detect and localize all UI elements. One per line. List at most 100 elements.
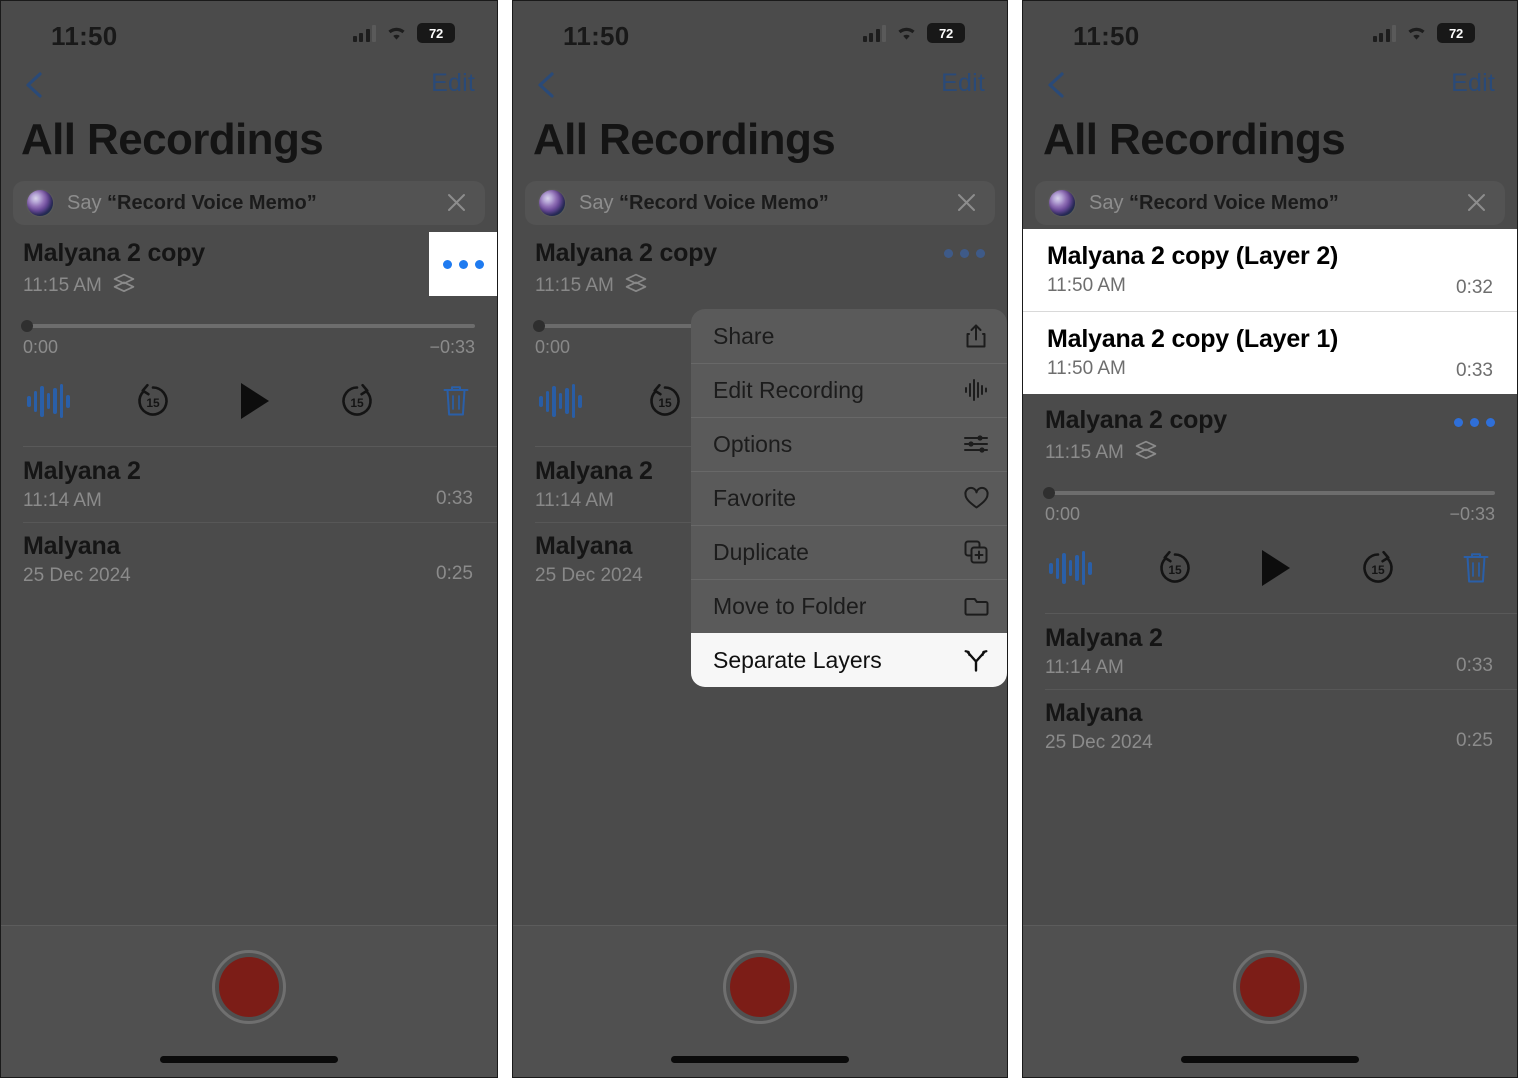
list-item[interactable]: Malyana 2 11:14 AM 0:33 — [1, 447, 497, 522]
recording-title: Malyana — [23, 532, 121, 560]
share-icon — [961, 323, 991, 349]
recording-time: 11:14 AM — [535, 490, 614, 511]
siri-phrase: “Record Voice Memo” — [619, 191, 829, 214]
separated-layers-group: Malyana 2 copy (Layer 2) 11:50 AM 0:32 M… — [1023, 229, 1517, 394]
recording-subtitle: 25 Dec 2024 — [23, 565, 475, 587]
panel-2: 11:50 72 Edit All Recordings Say “Record… — [512, 0, 1008, 1078]
recording-title: Malyana 2 copy — [1045, 406, 1228, 434]
play-icon[interactable] — [1258, 547, 1294, 589]
skip-forward-15-icon[interactable]: 15 — [336, 380, 378, 422]
svg-text:15: 15 — [147, 396, 161, 410]
siri-suggestion-banner[interactable]: Say “Record Voice Memo” — [525, 181, 995, 225]
edit-button[interactable]: Edit — [431, 69, 475, 98]
recording-title: Malyana 2 — [23, 457, 141, 485]
siri-suggestion-banner[interactable]: Say “Record Voice Memo” — [13, 181, 485, 225]
more-options-button[interactable] — [1454, 418, 1495, 427]
list-item[interactable]: Malyana 2 copy 11:15 AM — [513, 229, 1007, 302]
nav-bar: Edit — [1023, 63, 1517, 107]
scrubber-knob[interactable] — [1043, 487, 1055, 499]
wifi-icon — [1405, 25, 1428, 42]
recording-time: 11:14 AM — [23, 490, 102, 511]
folder-icon — [961, 595, 991, 617]
menu-item-share[interactable]: Share — [691, 309, 1007, 363]
page-title: All Recordings — [533, 115, 836, 164]
edit-button[interactable]: Edit — [1451, 69, 1495, 98]
record-button-icon[interactable] — [212, 950, 286, 1024]
dot — [976, 249, 985, 258]
close-icon[interactable] — [446, 192, 467, 218]
siri-suggestion-banner[interactable]: Say “Record Voice Memo” — [1035, 181, 1505, 225]
recording-subtitle: 11:50 AM — [1047, 358, 1493, 380]
scrubber-knob[interactable] — [21, 320, 33, 332]
waveform-icon[interactable] — [1049, 551, 1092, 585]
status-bar-indicators: 72 — [1372, 23, 1479, 43]
player-controls: 15 15 — [23, 358, 475, 440]
back-chevron-icon[interactable] — [13, 63, 55, 107]
recording-title: Malyana 2 copy (Layer 2) — [1047, 242, 1339, 270]
list-item[interactable]: Malyana 2 copy 11:15 AM — [1023, 394, 1517, 469]
waveform-icon[interactable] — [27, 384, 70, 418]
trash-icon[interactable] — [441, 383, 471, 419]
close-icon[interactable] — [1466, 192, 1487, 218]
menu-item-options[interactable]: Options — [691, 417, 1007, 471]
menu-item-move-to-folder[interactable]: Move to Folder — [691, 579, 1007, 633]
menu-item-duplicate[interactable]: Duplicate — [691, 525, 1007, 579]
playback-scrubber[interactable] — [1043, 487, 1495, 499]
back-chevron-icon[interactable] — [525, 63, 567, 107]
page-title: All Recordings — [1043, 115, 1346, 164]
siri-phrase: “Record Voice Memo” — [1129, 191, 1339, 214]
play-icon[interactable] — [237, 380, 273, 422]
more-options-button[interactable] — [429, 232, 497, 296]
dot — [442, 259, 452, 269]
menu-item-label: Share — [713, 322, 775, 349]
inline-player: 0:00 −0:33 15 15 — [1023, 469, 1517, 613]
bottom-bar — [1023, 925, 1517, 1077]
menu-item-separate-layers[interactable]: Separate Layers — [691, 633, 1007, 687]
siri-prefix: Say — [579, 191, 620, 214]
list-item[interactable]: Malyana 25 Dec 2024 0:25 — [1023, 689, 1517, 764]
close-icon[interactable] — [956, 192, 977, 218]
waveform-icon[interactable] — [539, 384, 582, 418]
inline-player: 0:00 −0:33 15 15 — [1, 302, 497, 446]
recording-duration: 0:33 — [1456, 655, 1493, 676]
recording-title: Malyana 2 — [1045, 624, 1163, 652]
layers-stack-icon — [624, 272, 648, 300]
bottom-bar — [513, 925, 1007, 1077]
record-button-inner — [219, 957, 279, 1017]
panel-1: 11:50 72 Edit All Recordings Say “Record… — [0, 0, 498, 1078]
skip-back-15-icon[interactable]: 15 — [1154, 547, 1196, 589]
skip-back-15-icon[interactable]: 15 — [132, 380, 174, 422]
list-item[interactable]: Malyana 2 copy (Layer 1) 11:50 AM 0:33 — [1023, 311, 1517, 394]
recording-time: 25 Dec 2024 — [1045, 732, 1153, 753]
siri-prefix: Say — [1089, 191, 1130, 214]
back-chevron-icon[interactable] — [1035, 63, 1077, 107]
trash-icon[interactable] — [1461, 550, 1491, 586]
playback-scrubber[interactable] — [21, 320, 475, 332]
record-button-icon[interactable] — [723, 950, 797, 1024]
menu-item-edit-recording[interactable]: Edit Recording — [691, 363, 1007, 417]
siri-orb-icon — [539, 190, 565, 216]
list-item[interactable]: Malyana 25 Dec 2024 0:25 — [1, 522, 497, 597]
skip-back-15-icon[interactable]: 15 — [644, 380, 686, 422]
battery-percent: 72 — [1448, 25, 1464, 41]
home-indicator — [671, 1056, 849, 1063]
dot — [944, 249, 953, 258]
edit-button[interactable]: Edit — [941, 69, 985, 98]
recording-time: 11:50 AM — [1047, 275, 1126, 296]
panel-gap — [498, 0, 512, 1078]
list-item[interactable]: Malyana 2 copy 11:15 AM — [1, 229, 497, 302]
more-options-button[interactable] — [944, 249, 985, 258]
home-indicator — [1181, 1056, 1359, 1063]
record-button-icon[interactable] — [1233, 950, 1307, 1024]
heart-icon — [961, 486, 991, 510]
scrubber-knob[interactable] — [533, 320, 545, 332]
list-item[interactable]: Malyana 2 11:14 AM 0:33 — [1023, 614, 1517, 689]
sliders-icon — [961, 433, 991, 455]
skip-forward-15-icon[interactable]: 15 — [1357, 547, 1399, 589]
recording-title: Malyana 2 copy — [535, 239, 718, 267]
list-item[interactable]: Malyana 2 copy (Layer 2) 11:50 AM 0:32 — [1023, 229, 1517, 311]
menu-item-label: Edit Recording — [713, 376, 864, 403]
menu-item-favorite[interactable]: Favorite — [691, 471, 1007, 525]
recording-duration: 0:25 — [1456, 730, 1493, 751]
recording-duration: 0:25 — [436, 563, 473, 584]
